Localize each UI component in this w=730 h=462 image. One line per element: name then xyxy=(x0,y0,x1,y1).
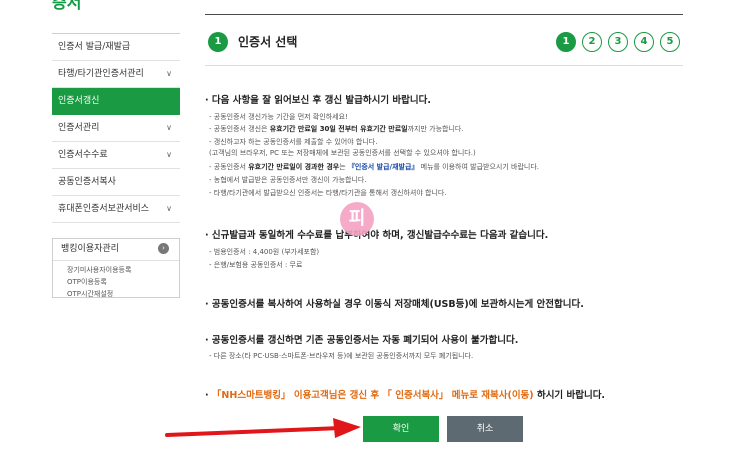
sidebar-item-label: 인증서관리 xyxy=(58,123,100,133)
banking-link-otp-register[interactable]: OTP이용등록 xyxy=(67,276,179,288)
step-circle-1: 1 xyxy=(556,32,576,52)
step-title: 인증서 선택 xyxy=(238,35,298,49)
sidebar-item-issue-reissue[interactable]: 인증서 발급/재발급 xyxy=(52,34,180,61)
banking-user-links: 장기미사용자이용등록 OTP이용등록 OTP시간재설정 xyxy=(53,261,179,300)
sidebar: 증서 인증서 발급/재발급 타행/타기관인증서관리 ∨ 인증서갱신 인증서관리 … xyxy=(0,0,182,462)
sidebar-item-cert-copy[interactable]: 공동인증서복사 xyxy=(52,169,180,196)
sidebar-title: 증서 xyxy=(52,0,82,12)
notice-heading-3: · 공동인증서를 복사하여 사용하실 경우 이동식 저장매체(USB등)에 보관… xyxy=(205,299,584,310)
sidebar-item-label: 인증서수수료 xyxy=(58,150,108,160)
notice-line: - 은행/보험용 공동인증서 : 무료 xyxy=(209,261,303,269)
sidebar-menu: 인증서 발급/재발급 타행/타기관인증서관리 ∨ 인증서갱신 인증서관리 ∨ 인… xyxy=(52,33,180,223)
chevron-right-circle-icon[interactable]: › xyxy=(158,243,169,254)
notice-heading-5: · 「NH스마트뱅킹」 이용고객님은 갱신 후 「 인증서복사」 메뉴로 재복사… xyxy=(205,390,606,401)
watermark-stamp: 피 xyxy=(340,202,374,236)
notice-line: - 공동인증서 갱신가능 기간을 먼저 확인하세요! xyxy=(209,113,348,121)
chevron-down-icon: ∨ xyxy=(166,204,172,213)
sidebar-item-label: 인증서 발급/재발급 xyxy=(58,42,131,52)
top-divider xyxy=(205,14,683,15)
red-arrow-icon xyxy=(165,418,361,438)
step-circle-3: 3 xyxy=(608,32,628,52)
chevron-down-icon: ∨ xyxy=(166,123,172,132)
cancel-button[interactable]: 취소 xyxy=(447,416,523,442)
current-step-badge: 1 xyxy=(208,32,228,52)
notice-heading-4: · 공동인증서를 갱신하면 기존 공동인증서는 자동 폐기되어 사용이 불가합니… xyxy=(205,335,519,346)
notice-heading-2: · 신규발급과 동일하게 수수료를 납부하여야 하며, 갱신발급수수료는 다음과… xyxy=(205,230,549,241)
step-circle-4: 4 xyxy=(634,32,654,52)
banking-link-dormant[interactable]: 장기미사용자이용등록 xyxy=(67,264,179,276)
main-content: 1 인증서 선택 1 2 3 4 5 · 다음 사항을 잘 읽어보신 후 갱신 … xyxy=(200,0,684,462)
step-header: 1 인증서 선택 1 2 3 4 5 xyxy=(205,30,683,66)
step-circle-5: 5 xyxy=(660,32,680,52)
chevron-down-icon: ∨ xyxy=(166,69,172,78)
sidebar-item-other-bank-cert[interactable]: 타행/타기관인증서관리 ∨ xyxy=(52,61,180,88)
sidebar-item-label: 휴대폰인증서보관서비스 xyxy=(58,204,150,214)
notice-line: - 공동인증서 유효기간 만료일이 경과한 경우는 『인증서 발급/재발급』 메… xyxy=(209,163,540,171)
notice-line: (고객님의 브라우저, PC 또는 저장매체에 보관된 공동인증서를 선택할 수… xyxy=(209,149,476,157)
notice-line: - 공동인증서 갱신은 유효기간 만료일 30일 전부터 유효기간 만료일까지만… xyxy=(209,125,464,133)
notice-line: - 범용인증서 : 4,400원 (부가세포함) xyxy=(209,248,320,256)
sidebar-item-phone-storage[interactable]: 휴대폰인증서보관서비스 ∨ xyxy=(52,196,180,223)
sidebar-item-label: 타행/타기관인증서관리 xyxy=(58,69,144,79)
banking-user-box: 뱅킹이용자관리 › 장기미사용자이용등록 OTP이용등록 OTP시간재설정 xyxy=(52,238,180,298)
confirm-button[interactable]: 확인 xyxy=(363,416,439,442)
sidebar-item-cert-fee[interactable]: 인증서수수료 ∨ xyxy=(52,142,180,169)
banking-user-heading[interactable]: 뱅킹이용자관리 › xyxy=(53,239,179,261)
sidebar-item-cert-manage[interactable]: 인증서관리 ∨ xyxy=(52,115,180,142)
banking-link-otp-time[interactable]: OTP시간재설정 xyxy=(67,288,179,300)
notice-line: - 타행/타기관에서 발급받으신 인증서는 타행/타기관을 통해서 갱신하셔야 … xyxy=(209,189,447,197)
banking-user-title: 뱅킹이용자관리 xyxy=(61,244,119,254)
sidebar-item-label: 인증서갱신 xyxy=(58,96,100,106)
notice-line: - 다른 장소(타 PC·USB·스마트폰·브라우저 등)에 보관된 공동인증서… xyxy=(209,352,474,360)
issue-menu-link: 『인증서 발급/재발급』 xyxy=(347,163,419,171)
notice-heading-1: · 다음 사항을 잘 읽어보신 후 갱신 발급하시기 바랍니다. xyxy=(205,95,431,106)
chevron-down-icon: ∨ xyxy=(166,150,172,159)
step-circle-2: 2 xyxy=(582,32,602,52)
notice-line: - 농협에서 발급받은 공동인증서만 갱신이 가능합니다. xyxy=(209,176,367,184)
sidebar-item-renew[interactable]: 인증서갱신 xyxy=(52,88,180,115)
step-indicator: 1 2 3 4 5 xyxy=(556,32,680,52)
sidebar-item-label: 공동인증서복사 xyxy=(58,177,116,187)
notice-line: - 갱신하고자 하는 공동인증서를 제출할 수 있어야 합니다. xyxy=(209,138,378,146)
